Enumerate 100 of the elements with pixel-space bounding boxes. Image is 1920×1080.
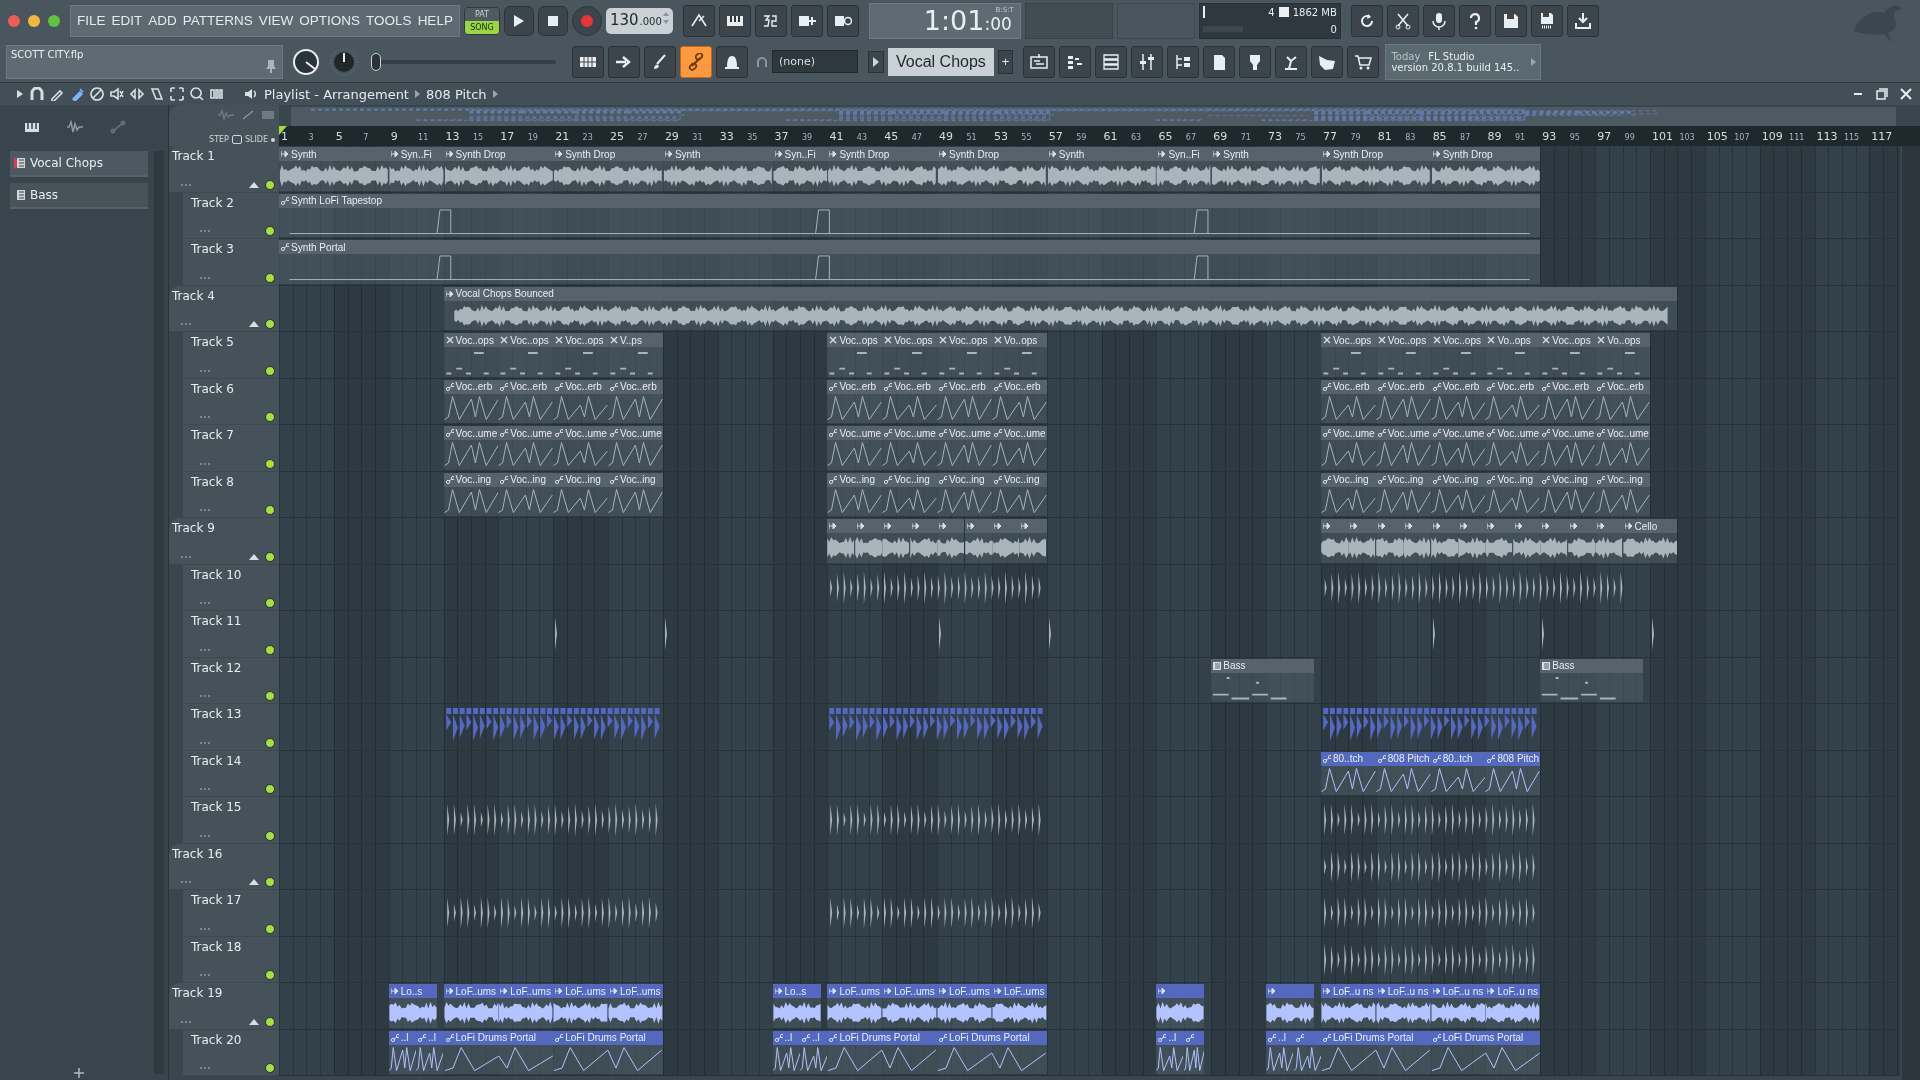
playlist-clip[interactable]: Voc..erb bbox=[1320, 379, 1376, 423]
track-header[interactable]: Track 11 bbox=[183, 611, 279, 658]
playlist-clip[interactable]: Voc..ume bbox=[827, 426, 883, 470]
playlist-clip[interactable]: Vocal Chops Bounced bbox=[443, 286, 1678, 330]
playlist-clip[interactable]: Voc..ume bbox=[498, 426, 554, 470]
track-header[interactable]: Track 12 bbox=[183, 657, 279, 704]
playlist-clip[interactable]: Voc..erb bbox=[1540, 379, 1596, 423]
track-header[interactable]: Track 4 bbox=[169, 285, 279, 332]
playlist-clip[interactable]: LoFi Drums Portal bbox=[827, 1030, 938, 1074]
pattern-selector[interactable]: Vocal Chops bbox=[888, 47, 994, 76]
playlist-clip[interactable]: Voc..ops bbox=[827, 333, 883, 377]
playlist-clip[interactable]: Voc..erb bbox=[1485, 379, 1541, 423]
playlist-clip[interactable]: Synth Drop bbox=[443, 147, 554, 191]
playlist-clip[interactable]: Syn..Fi bbox=[772, 147, 828, 191]
picker-item[interactable]: Vocal Chops bbox=[10, 151, 148, 177]
playlist-clip[interactable]: Voc..ops bbox=[443, 333, 499, 377]
playlist-clip[interactable]: 80..tch bbox=[1320, 751, 1376, 795]
playlist-clip[interactable]: ..l bbox=[388, 1030, 417, 1074]
playlist-clip[interactable]: Voc..ume bbox=[608, 426, 663, 470]
playlist-clip[interactable]: Voc..ing bbox=[937, 472, 992, 516]
playlist-clip[interactable]: LoF..ums bbox=[553, 984, 608, 1028]
playlist-clip[interactable]: Synth bbox=[662, 147, 773, 191]
menu-item[interactable]: VIEW bbox=[258, 13, 294, 28]
playlist-clip[interactable]: ..l bbox=[416, 1030, 444, 1074]
playlist-clip[interactable]: Voc..ops bbox=[498, 333, 554, 377]
playlist-clip[interactable]: Cello bbox=[1622, 519, 1678, 563]
playlist-clip[interactable]: Voc..ing bbox=[443, 472, 499, 516]
playlist-clip[interactable]: Bass bbox=[1211, 658, 1315, 702]
playlist-clip[interactable]: Voc..ing bbox=[1485, 472, 1541, 516]
track-header[interactable]: Track 20 bbox=[183, 1029, 279, 1076]
playlist-clip[interactable]: ..l bbox=[1266, 1030, 1294, 1074]
add-pattern-button[interactable]: + bbox=[997, 49, 1014, 74]
playlist-clip[interactable]: Synth bbox=[1046, 147, 1157, 191]
playlist-clip[interactable]: Voc..ume bbox=[443, 426, 499, 470]
track-header[interactable]: Track 6 bbox=[183, 378, 279, 425]
track-header[interactable]: Track 8 bbox=[183, 471, 279, 518]
playlist-clip[interactable]: Voc..erb bbox=[553, 379, 608, 423]
track-header[interactable]: Track 2 bbox=[183, 192, 279, 239]
playlist-clip[interactable]: Voc..ume bbox=[553, 426, 608, 470]
playlist-clip[interactable]: Voc..ume bbox=[882, 426, 938, 470]
playlist-clip[interactable]: Voc..ume bbox=[937, 426, 992, 470]
playlist-clip[interactable]: Synth Drop bbox=[827, 147, 938, 191]
playlist-clip[interactable]: Voc..ume bbox=[1320, 426, 1376, 470]
menu-item[interactable]: HELP bbox=[417, 13, 453, 28]
menu-item[interactable]: PATTERNS bbox=[182, 13, 253, 28]
playlist-clip[interactable]: LoF..ums bbox=[498, 984, 554, 1028]
playlist-clip[interactable]: Voc..ume bbox=[991, 426, 1047, 470]
playlist-clip[interactable]: Vo..ops bbox=[1595, 333, 1650, 377]
track-header[interactable]: Track 17 bbox=[183, 890, 279, 937]
playlist-clip[interactable]: ..l bbox=[799, 1030, 828, 1074]
playlist-clip[interactable]: Voc..ing bbox=[827, 472, 883, 516]
playlist-clip[interactable]: Voc..ume bbox=[1540, 426, 1596, 470]
playlist-clip[interactable]: Voc..ing bbox=[1595, 472, 1650, 516]
playlist-clip[interactable]: 808 Pitch bbox=[1375, 751, 1431, 795]
playlist-clip[interactable]: Voc..erb bbox=[443, 379, 499, 423]
track-header[interactable]: Track 3 bbox=[183, 239, 279, 286]
menu-item[interactable]: EDIT bbox=[111, 13, 143, 28]
playlist-clip[interactable]: Syn..Fi bbox=[388, 147, 444, 191]
track-header[interactable]: Track 7 bbox=[183, 425, 279, 472]
playlist-clip[interactable]: LoFi Drums Portal bbox=[443, 1030, 554, 1074]
playlist-clip[interactable]: Voc..erb bbox=[1430, 379, 1486, 423]
track-header[interactable]: Track 5 bbox=[183, 332, 279, 379]
playlist-clip[interactable]: Voc..ops bbox=[553, 333, 608, 377]
track-header[interactable]: Track 9 bbox=[169, 518, 279, 565]
playlist-clip[interactable]: V..ps bbox=[608, 333, 663, 377]
playlist-clip[interactable]: Synth Drop bbox=[553, 147, 663, 191]
playlist-clip[interactable]: Voc..ing bbox=[991, 472, 1047, 516]
playlist-clip[interactable]: Voc..ops bbox=[1430, 333, 1486, 377]
playlist-clip[interactable]: Voc..ing bbox=[553, 472, 608, 516]
playlist-clip[interactable]: Voc..ume bbox=[1485, 426, 1541, 470]
playlist-clip[interactable]: Synth Drop bbox=[937, 147, 1047, 191]
playlist-clip[interactable]: LoF..u ns bbox=[1430, 984, 1486, 1028]
playlist-clip[interactable]: LoF..u ns bbox=[1375, 984, 1431, 1028]
news-panel[interactable]: Today FL Studio version 20.8.1 build 145.. bbox=[1385, 43, 1542, 80]
playlist-clip[interactable]: Voc..ing bbox=[498, 472, 554, 516]
playlist-clip[interactable]: Voc..ops bbox=[1540, 333, 1596, 377]
playlist-clip[interactable]: LoF..u ns bbox=[1485, 984, 1541, 1028]
playlist-clip[interactable]: LoFi Drums Portal bbox=[553, 1030, 663, 1074]
playlist-clip[interactable]: Voc..ume bbox=[1595, 426, 1650, 470]
menu-item[interactable]: OPTIONS bbox=[299, 13, 361, 28]
playlist-clip[interactable]: Voc..ume bbox=[1430, 426, 1486, 470]
playlist-clip[interactable]: Voc..ing bbox=[1375, 472, 1431, 516]
playlist-clip[interactable]: Voc..ops bbox=[1375, 333, 1431, 377]
track-header[interactable]: Track 16 bbox=[169, 843, 279, 890]
playlist-clip[interactable]: LoFi Drums Portal bbox=[1430, 1030, 1541, 1074]
playlist-clip[interactable]: Voc..ume bbox=[1375, 426, 1431, 470]
playlist-clip[interactable]: LoF..ums bbox=[608, 984, 663, 1028]
playlist-clip[interactable]: Lo..s bbox=[388, 984, 437, 1028]
playlist-clip[interactable]: Voc..erb bbox=[498, 379, 554, 423]
playlist-clip[interactable]: Bass bbox=[1540, 658, 1644, 702]
playlist-clip[interactable]: LoFi Drums Portal bbox=[1320, 1030, 1431, 1074]
picker-item[interactable]: Bass bbox=[10, 183, 148, 209]
menu-item[interactable]: ADD bbox=[148, 13, 177, 28]
playlist-clip[interactable]: Voc..ing bbox=[882, 472, 938, 516]
menu-item[interactable]: FILE bbox=[77, 13, 106, 28]
playlist-clip[interactable]: Vo..ops bbox=[1485, 333, 1541, 377]
playlist-clip[interactable]: LoF..ums bbox=[882, 984, 938, 1028]
track-header[interactable]: Track 19 bbox=[169, 983, 279, 1030]
playlist-clip[interactable]: Synth Portal bbox=[279, 240, 1541, 284]
playlist-clip[interactable]: LoF..ums bbox=[443, 984, 499, 1028]
